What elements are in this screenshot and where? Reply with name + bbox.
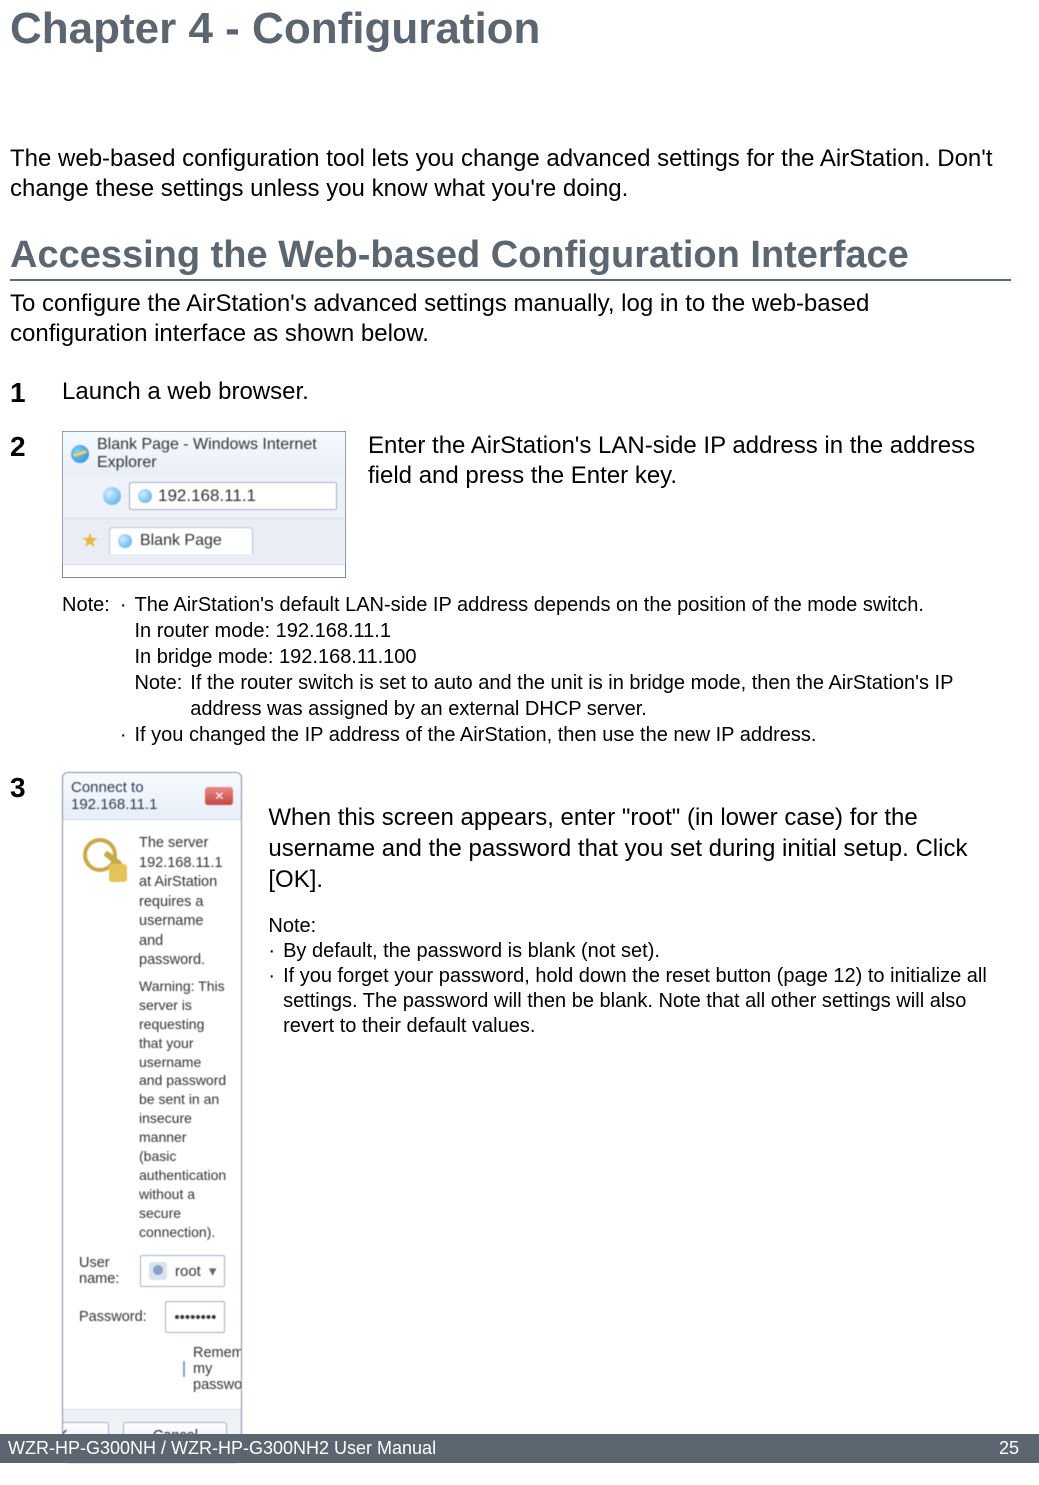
section-intro: To configure the AirStation's advanced s… <box>10 289 1011 349</box>
note-bullet-1-line2: In router mode: 192.168.11.1 <box>134 618 1011 644</box>
step-number: 2 <box>10 431 62 463</box>
dialog-message: The server 192.168.11.1 at AirStation re… <box>139 834 226 971</box>
footer: WZR-HP-G300NH / WZR-HP-G300NH2 User Manu… <box>0 1434 1039 1463</box>
step-3-text: When this screen appears, enter "root" (… <box>268 802 1011 896</box>
password-input[interactable]: •••••••• <box>165 1301 225 1333</box>
section-title: Accessing the Web-based Configuration In… <box>10 234 1011 281</box>
note3-bullet-2: If you forget your password, hold down t… <box>283 964 1011 1039</box>
auth-dialog-screenshot: Connect to 192.168.11.1 ✕ The server 192… <box>62 772 242 1463</box>
chapter-title: Chapter 4 - Configuration <box>10 0 1011 54</box>
browser-toolbar: 192.168.11.1 <box>63 476 345 518</box>
note-bullet-2: If you changed the IP address of the Air… <box>134 722 816 748</box>
subnote-label: Note: <box>134 670 182 722</box>
step-2: 2 Blank Page - Windows Internet Explorer… <box>10 431 1011 748</box>
note-label: Note: <box>268 914 1011 939</box>
tab-label: Blank Page <box>140 532 222 550</box>
footer-left: WZR-HP-G300NH / WZR-HP-G300NH2 User Manu… <box>8 1438 436 1459</box>
password-value: •••••••• <box>174 1309 216 1326</box>
browser-tab[interactable]: Blank Page <box>109 527 253 554</box>
username-input[interactable]: root ▾ <box>140 1255 225 1287</box>
dialog-titlebar: Connect to 192.168.11.1 ✕ <box>63 773 241 820</box>
step-1-text: Launch a web browser. <box>62 377 1011 407</box>
close-icon[interactable]: ✕ <box>205 787 233 805</box>
bullet-icon: · <box>268 964 275 1039</box>
step-number: 1 <box>10 377 62 409</box>
note-bullet-1-line3: In bridge mode: 192.168.11.100 <box>134 644 1011 670</box>
step-1: 1 Launch a web browser. <box>10 377 1011 409</box>
browser-viewport <box>63 564 345 577</box>
address-value: 192.168.11.1 <box>158 486 256 506</box>
ie-icon <box>71 445 89 463</box>
step-2-text: Enter the AirStation's LAN-side IP addre… <box>368 431 1011 491</box>
step-3: 3 Connect to 192.168.11.1 ✕ The <box>10 772 1011 1463</box>
note-bullet-1-line1: The AirStation's default LAN-side IP add… <box>134 592 1011 618</box>
keys-icon <box>79 834 125 880</box>
remember-row[interactable]: Remember my password <box>183 1345 225 1393</box>
step-number: 3 <box>10 772 62 804</box>
note-label: Note: <box>62 592 110 748</box>
bullet-icon: · <box>120 722 127 748</box>
subnote-text: If the router switch is set to auto and … <box>190 670 1011 722</box>
tab-page-icon <box>118 534 132 548</box>
checkbox-icon[interactable] <box>183 1361 185 1377</box>
page: Chapter 4 - Configuration The web-based … <box>0 0 1039 1463</box>
browser-titlebar: Blank Page - Windows Internet Explorer <box>63 432 345 476</box>
note3-bullet-1: By default, the password is blank (not s… <box>283 939 660 964</box>
password-label: Password: <box>79 1309 153 1325</box>
browser-screenshot: Blank Page - Windows Internet Explorer 1… <box>62 431 346 578</box>
username-label: User name: <box>79 1255 128 1287</box>
nav-icon <box>103 487 121 505</box>
intro-text: The web-based configuration tool lets yo… <box>10 144 1011 204</box>
browser-window-title: Blank Page - Windows Internet Explorer <box>97 436 337 472</box>
step-3-note: Note: · By default, the password is blan… <box>268 914 1011 1039</box>
bullet-icon: · <box>120 592 127 722</box>
dialog-warning: Warning: This server is requesting that … <box>139 977 226 1241</box>
username-value: root <box>175 1263 201 1280</box>
page-number: 25 <box>999 1438 1019 1459</box>
browser-tabstrip: ★ Blank Page <box>63 518 345 564</box>
remember-label: Remember my password <box>193 1345 242 1393</box>
address-bar[interactable]: 192.168.11.1 <box>129 482 337 510</box>
user-icon <box>149 1262 167 1280</box>
bullet-icon: · <box>268 939 275 964</box>
password-row: Password: •••••••• <box>79 1301 225 1333</box>
username-row: User name: root ▾ <box>79 1255 225 1287</box>
page-icon <box>138 489 152 503</box>
favorites-icon[interactable]: ★ <box>81 528 99 553</box>
dialog-title: Connect to 192.168.11.1 <box>71 779 205 813</box>
step-2-note: Note: · The AirStation's default LAN-sid… <box>62 592 1011 748</box>
chevron-down-icon[interactable]: ▾ <box>209 1262 217 1280</box>
